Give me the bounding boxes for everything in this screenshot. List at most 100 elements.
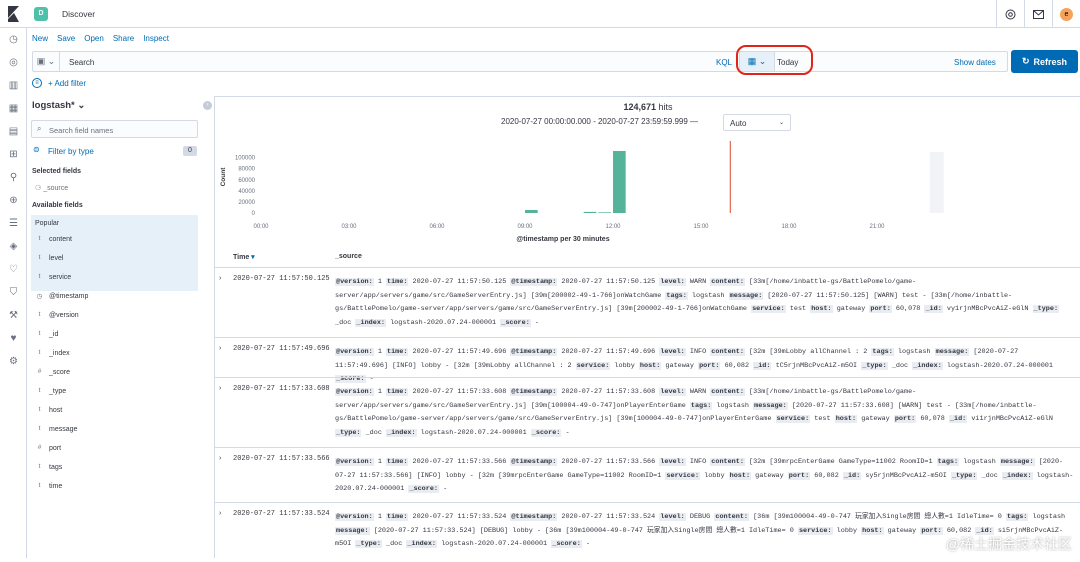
devtools-icon[interactable]: ⚒ — [0, 304, 27, 327]
canvas-icon[interactable]: ▤ — [0, 120, 27, 143]
table-row[interactable]: ›2020-07-27 11:57:33.566@version: 1 time… — [215, 447, 1080, 502]
string-type-icon: t — [35, 463, 44, 472]
field-item-type[interactable]: t_type — [31, 381, 198, 400]
source-value: [2020-07-27 11:57:33.524] [DEBUG] lobby … — [374, 527, 794, 535]
source-value: logstash — [1032, 513, 1065, 521]
source-value: 2020-07-27 11:57:33.608 — [561, 388, 655, 396]
menu-inspect[interactable]: Inspect — [143, 34, 169, 43]
source-key: service: — [751, 305, 786, 313]
string-type-icon: t — [35, 349, 44, 358]
logs-icon[interactable]: ☰ — [0, 212, 27, 235]
menu-open[interactable]: Open — [84, 34, 104, 43]
field-item-content[interactable]: tcontent — [31, 229, 198, 248]
apm-icon[interactable]: ◈ — [0, 235, 27, 258]
source-value: gateway — [755, 472, 784, 480]
field-name: message — [49, 426, 77, 433]
expand-row-icon[interactable]: › — [219, 510, 221, 517]
field-item-level[interactable]: tlevel — [31, 248, 198, 267]
field-name: host — [49, 407, 62, 414]
string-type-icon: t — [35, 482, 44, 491]
monitoring-icon[interactable]: ♥ — [0, 327, 27, 350]
mail-icon[interactable] — [1024, 0, 1052, 28]
source-key: service: — [665, 472, 700, 480]
source-value: 2020-07-27 11:57:33.524 — [413, 513, 507, 521]
field-item-version[interactable]: t@version — [31, 305, 198, 324]
recent-icon[interactable]: ◷ — [0, 28, 27, 51]
histogram-chart[interactable]: 02000040000600008000010000000:0003:0006:… — [215, 135, 1080, 247]
source-key: port: — [920, 527, 942, 535]
discover-icon[interactable]: ◎ — [0, 51, 27, 74]
field-item-host[interactable]: thost — [31, 400, 198, 419]
metrics-icon[interactable]: ⊕ — [0, 189, 27, 212]
expand-row-icon[interactable]: › — [219, 275, 221, 282]
help-icon[interactable] — [996, 0, 1024, 28]
dashboard-icon[interactable]: ▦ — [0, 97, 27, 120]
field-item-tags[interactable]: ttags — [31, 457, 198, 476]
menu-save[interactable]: Save — [57, 34, 75, 43]
source-key: level: — [659, 513, 685, 521]
table-row[interactable]: ›2020-07-27 11:57:33.608@version: 1 time… — [215, 377, 1080, 447]
refresh-button[interactable]: ↻Refresh — [1011, 50, 1078, 73]
expand-row-icon[interactable]: › — [219, 455, 221, 462]
table-row[interactable]: ›2020-07-27 11:57:50.125@version: 1 time… — [215, 267, 1080, 337]
field-name: level — [49, 255, 63, 262]
row-time: 2020-07-27 11:57:49.696 — [233, 345, 330, 353]
saved-query-icon[interactable]: ▣ ⌄ — [33, 52, 60, 71]
siem-icon[interactable]: ⛉ — [0, 281, 27, 304]
source-key: _id: — [924, 305, 942, 313]
selected-field-source[interactable]: ⚆ _source — [35, 184, 68, 192]
table-row[interactable]: ›2020-07-27 11:57:49.696@version: 1 time… — [215, 337, 1080, 377]
filter-icon: ⊜ — [33, 145, 40, 154]
source-key: _type: — [861, 362, 887, 370]
space-badge[interactable]: D — [34, 7, 48, 21]
string-type-icon: t — [35, 254, 44, 263]
menu-new[interactable]: New — [32, 34, 48, 43]
x-tick-label: 06:00 — [429, 224, 445, 230]
field-item-service[interactable]: tservice — [31, 267, 198, 286]
index-pattern-selector[interactable]: logstash* ⌄ — [32, 100, 85, 111]
uptime-icon[interactable]: ♡ — [0, 258, 27, 281]
source-key: message: — [335, 527, 370, 535]
expand-row-icon[interactable]: › — [219, 385, 221, 392]
search-field-names[interactable]: ⌕ Search field names — [31, 120, 198, 138]
source-value: _doc — [982, 472, 998, 480]
add-filter-button[interactable]: + Add filter — [48, 79, 86, 88]
source-value: logstash-2020.07.24-000001 — [947, 362, 1053, 370]
field-name: tags — [49, 464, 62, 471]
source-key: host: — [861, 527, 883, 535]
field-item-time[interactable]: ttime — [31, 476, 198, 495]
source-key: _score: — [500, 319, 531, 327]
field-sidebar: logstash* ⌄ ‹ ⌕ Search field names ⊜ Fil… — [28, 96, 208, 558]
collapse-sidebar-icon[interactable]: ‹ — [203, 101, 212, 110]
field-item-port[interactable]: #port — [31, 438, 198, 457]
time-header-label: Time — [233, 254, 249, 261]
filter-options-icon[interactable]: ≡ — [32, 78, 42, 88]
show-dates-link[interactable]: Show dates — [954, 58, 996, 67]
filter-by-type[interactable]: ⊜ Filter by type 0 — [31, 144, 198, 158]
search-field-placeholder: Search field names — [49, 126, 113, 135]
maps-icon[interactable]: ⊞ — [0, 143, 27, 166]
field-item-score[interactable]: #_score — [31, 362, 198, 381]
interval-select[interactable]: Auto⌄ — [723, 114, 791, 131]
histogram-bar — [525, 210, 538, 213]
field-item-timestamp[interactable]: ◷@timestamp — [31, 286, 198, 305]
ml-icon[interactable]: ⚲ — [0, 166, 27, 189]
search-icon: ⌕ — [37, 124, 41, 134]
user-menu[interactable]: e — [1052, 0, 1080, 28]
source-key: level: — [659, 388, 685, 396]
menu-share[interactable]: Share — [113, 34, 134, 43]
kql-toggle[interactable]: KQL — [716, 58, 732, 67]
time-column-header[interactable]: Time ▾ — [233, 253, 255, 261]
y-tick-label: 20000 — [238, 200, 255, 206]
source-key: message: — [729, 292, 764, 300]
search-input[interactable]: Search — [69, 58, 94, 67]
management-icon[interactable]: ⚙ — [0, 350, 27, 373]
field-item-id[interactable]: t_id — [31, 324, 198, 343]
kibana-logo[interactable] — [0, 0, 27, 28]
refresh-icon: ↻ — [1022, 56, 1030, 67]
field-item-index[interactable]: t_index — [31, 343, 198, 362]
source-value: test — [790, 305, 806, 313]
expand-row-icon[interactable]: › — [219, 345, 221, 352]
visualize-icon[interactable]: ▥ — [0, 74, 27, 97]
field-item-message[interactable]: tmessage — [31, 419, 198, 438]
